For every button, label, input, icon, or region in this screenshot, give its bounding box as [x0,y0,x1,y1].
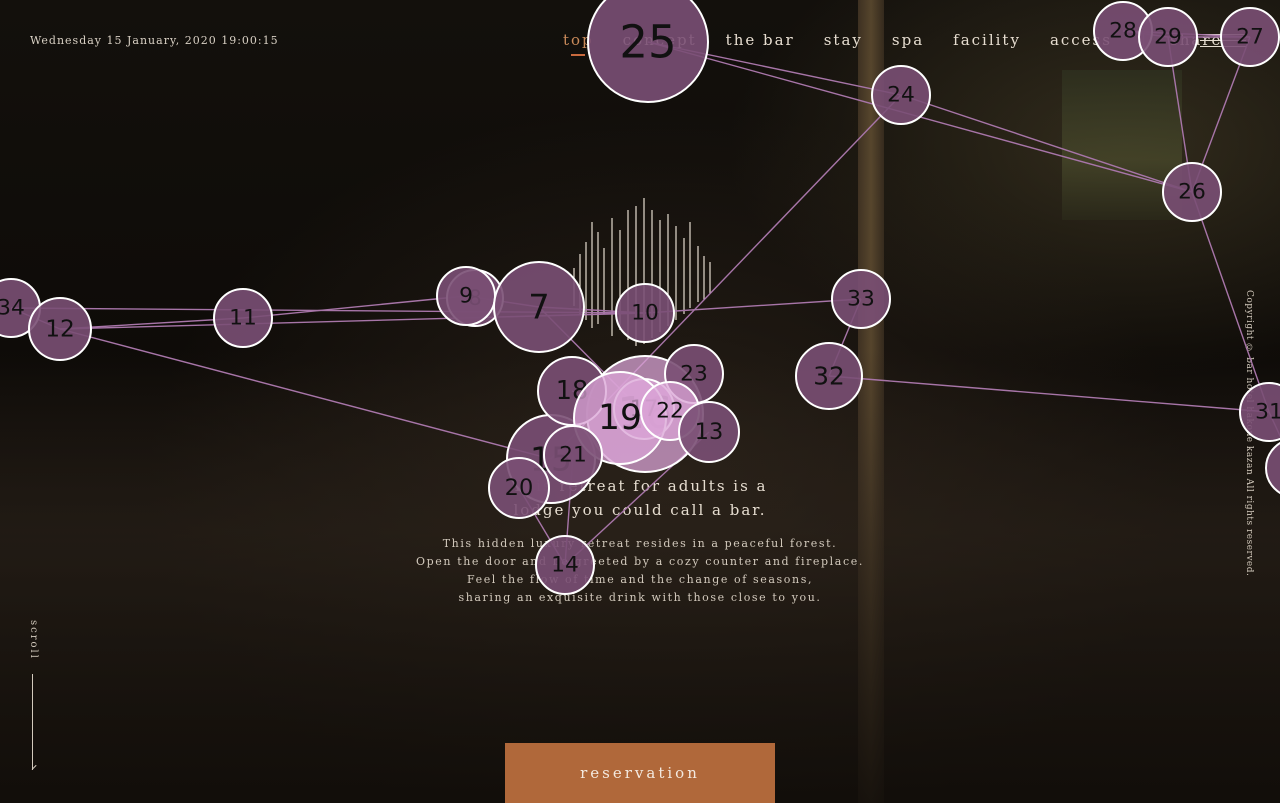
graph-node-label: 7 [528,288,549,327]
graph-node-label: 21 [559,443,587,468]
graph-edge [828,375,1270,413]
graph-node-label: 33 [847,287,875,312]
graph-node-30: 30 [1265,442,1280,494]
graph-node-label: 19 [598,398,642,438]
graph-edge [242,295,467,319]
graph-node-29: 29 [1138,7,1198,67]
graph-node-label: 14 [551,553,579,578]
graph-node-7: 7 [493,261,585,353]
graph-node-31: 31 [1239,382,1280,442]
graph-node-label: 29 [1154,25,1182,50]
graph-node-26: 26 [1162,162,1222,222]
node-graph-overlay: 2524282927263412118971033323130161518171… [0,0,1280,595]
graph-edge [59,328,552,460]
graph-edge [644,298,862,314]
graph-node-label: 9 [459,284,473,309]
graph-node-25: 25 [587,0,709,103]
graph-node-label: 25 [619,16,676,69]
graph-node-label: 26 [1178,180,1206,205]
graph-node-12: 12 [28,297,92,361]
graph-node-14: 14 [535,535,595,595]
graph-node-11: 11 [213,288,273,348]
graph-node-label: 23 [680,362,708,387]
graph-node-label: 31 [1255,400,1280,425]
graph-node-circle [1265,442,1280,494]
graph-node-label: 28 [1109,19,1137,44]
graph-node-label: 24 [887,83,915,108]
graph-node-label: 22 [656,399,684,424]
graph-node-label: 13 [695,419,724,445]
graph-node-label: 34 [0,296,25,321]
graph-node-21: 21 [543,425,603,485]
graph-edge [1191,191,1270,413]
graph-node-10: 10 [615,283,675,343]
graph-node-32: 32 [795,342,863,410]
graph-node-label: 10 [631,301,659,326]
graph-node-label: 12 [45,316,75,343]
graph-node-24: 24 [871,65,931,125]
graph-edge [900,94,1193,193]
graph-node-9: 9 [436,266,496,326]
graph-node-27: 27 [1220,7,1280,67]
graph-node-label: 27 [1236,25,1264,50]
graph-node-label: 20 [505,475,534,501]
graph-node-13: 13 [678,401,740,463]
graph-node-label: 32 [813,362,845,391]
graph-node-33: 33 [831,269,891,329]
graph-node-20: 20 [488,457,550,519]
graph-node-label: 11 [229,306,257,331]
